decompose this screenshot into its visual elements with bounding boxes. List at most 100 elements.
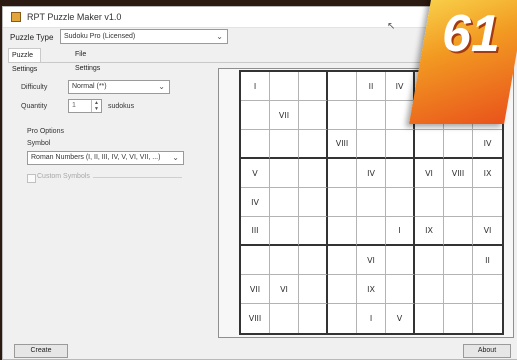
custom-symbols-group: Custom Symbols [27,173,182,183]
grid-cell [473,304,502,333]
grid-cell [386,246,415,275]
chevron-down-icon: ⌄ [170,153,179,162]
chevron-down-icon: ⌄ [216,32,223,41]
difficulty-value: Normal (**) [72,83,107,90]
grid-cell [241,246,270,275]
window-title: RPT Puzzle Maker v1.0 [27,12,122,22]
grid-cell [328,275,357,304]
grid-cell: I [357,304,386,333]
grid-cell: V [241,159,270,188]
grid-cell: IV [473,130,502,159]
grid-cell [386,130,415,159]
grid-cell [299,72,328,101]
grid-cell [270,72,299,101]
grid-cell: I [386,217,415,246]
grid-cell [299,188,328,217]
grid-cell: VIII [444,159,473,188]
grid-cell: VIII [241,304,270,333]
tab-file-settings[interactable]: File Settings [72,48,103,72]
grid-cell [444,188,473,217]
quantity-label: Quantity [21,103,48,110]
grid-cell [270,130,299,159]
grid-cell: IV [357,159,386,188]
symbol-value: Roman Numbers (I, II, III, IV, V, VI, VI… [31,154,161,161]
grid-cell [328,304,357,333]
grid-cell [444,217,473,246]
grid-cell: V [386,304,415,333]
grid-cell [357,217,386,246]
grid-cell: VI [270,275,299,304]
grid-cell: II [357,72,386,101]
app-icon [11,12,21,22]
grid-cell [328,246,357,275]
grid-cell [299,217,328,246]
grid-cell: II [473,246,502,275]
about-button[interactable]: About [463,344,511,358]
grid-cell [444,304,473,333]
grid-cell [270,304,299,333]
quantity-stepper[interactable]: 1 ▲ ▼ [68,99,102,113]
symbol-label: Symbol [27,140,51,147]
spin-arrows-icon[interactable]: ▲ ▼ [91,100,101,112]
grid-cell [241,130,270,159]
grid-cell: IV [386,72,415,101]
grid-cell [270,159,299,188]
group-divider [93,177,182,178]
create-button[interactable]: Create [14,344,68,358]
puzzle-type-value: Sudoku Pro (Licensed) [64,33,136,40]
grid-cell: VII [241,275,270,304]
promo-badge-number: 61 [442,5,500,63]
puzzle-type-label: Puzzle Type [10,33,54,42]
mouse-cursor-icon: ↖ [387,21,396,32]
grid-cell [299,159,328,188]
quantity-suffix: sudokus [108,103,135,110]
grid-cell [299,275,328,304]
grid-cell [299,246,328,275]
custom-symbols-checkbox[interactable] [27,174,36,183]
grid-cell [328,101,357,130]
grid-cell [415,246,444,275]
grid-cell [328,72,357,101]
grid-cell: VIII [328,130,357,159]
puzzle-type-select[interactable]: Sudoku Pro (Licensed) ⌄ [60,29,228,44]
grid-cell [444,246,473,275]
grid-cell: IX [357,275,386,304]
grid-cell [328,188,357,217]
chevron-down-icon: ⌄ [158,82,165,91]
grid-cell [328,217,357,246]
grid-cell [357,101,386,130]
custom-symbols-label: Custom Symbols [37,173,90,180]
grid-cell [444,275,473,304]
grid-cell [415,275,444,304]
grid-cell: III [241,217,270,246]
grid-cell [415,130,444,159]
grid-cell [270,188,299,217]
difficulty-select[interactable]: Normal (**) ⌄ [68,80,170,94]
grid-cell: VI [357,246,386,275]
grid-cell [328,159,357,188]
grid-cell: IV [241,188,270,217]
tab-puzzle-settings[interactable]: Puzzle Settings [8,48,42,73]
grid-cell [270,246,299,275]
grid-cell [299,101,328,130]
pro-options-label: Pro Options [27,128,64,135]
quantity-value: 1 [72,102,76,109]
grid-cell: IX [473,159,502,188]
grid-cell [386,275,415,304]
grid-cell [357,188,386,217]
grid-cell [415,188,444,217]
symbol-select[interactable]: Roman Numbers (I, II, III, IV, V, VI, VI… [27,151,184,165]
grid-cell: VI [415,159,444,188]
grid-cell [415,304,444,333]
grid-cell [386,188,415,217]
grid-cell: VII [270,101,299,130]
grid-cell [299,304,328,333]
grid-cell [357,130,386,159]
grid-cell [241,101,270,130]
grid-cell: IX [415,217,444,246]
grid-cell: I [241,72,270,101]
grid-cell [444,130,473,159]
grid-cell [386,159,415,188]
difficulty-label: Difficulty [21,84,48,91]
grid-cell [473,275,502,304]
